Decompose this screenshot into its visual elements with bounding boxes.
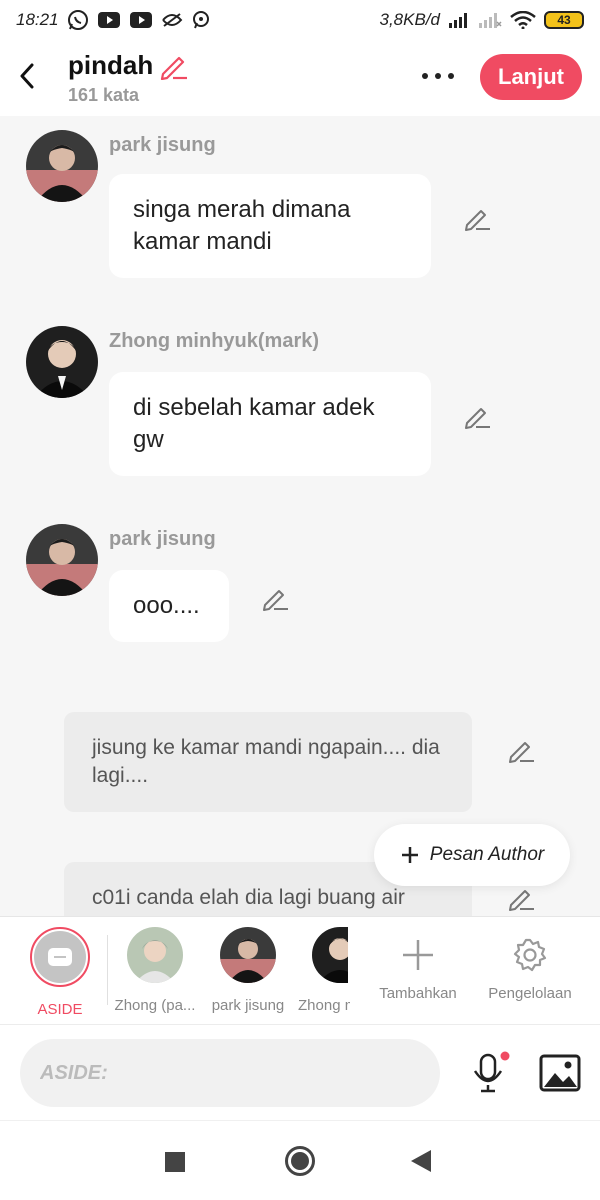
character-item[interactable]: Zhong (pa... [112, 927, 198, 1014]
avatar[interactable] [26, 130, 98, 202]
avatar[interactable] [26, 326, 98, 398]
message-bubble[interactable]: di sebelah kamar adek gw [109, 372, 431, 476]
add-character-button[interactable]: Tambahkan [372, 927, 464, 1002]
word-count: 161 kata [68, 85, 140, 105]
pencil-icon [263, 590, 288, 611]
image-icon [539, 1054, 581, 1092]
page-title: pindah [68, 50, 154, 80]
eye-off-icon [161, 12, 183, 28]
circle-icon [285, 1146, 315, 1176]
manage-label: Pengelolaan [488, 985, 572, 1002]
dot-icon [448, 73, 454, 79]
character-label: park jisung [211, 997, 285, 1014]
image-button[interactable] [538, 1053, 582, 1093]
home-button[interactable] [284, 1145, 316, 1182]
youtube-icon [97, 11, 121, 29]
signal-icon [448, 12, 470, 28]
character-avatar [127, 927, 183, 983]
notification-dot [500, 1051, 510, 1061]
square-icon [165, 1152, 185, 1172]
whatsapp-icon [67, 9, 89, 31]
message-bubble[interactable]: ooo.... [109, 570, 229, 642]
input-bar [0, 1024, 600, 1120]
add-character-label: Tambahkan [379, 985, 457, 1002]
message-input[interactable] [20, 1039, 440, 1107]
plus-icon [401, 847, 418, 863]
character-label: ASIDE [37, 1001, 83, 1018]
character-avatar [220, 927, 276, 983]
author-message-button[interactable]: Pesan Author [374, 824, 570, 886]
avatar-image [26, 130, 98, 202]
sender-name: park jisung [109, 134, 216, 156]
divider [107, 935, 108, 1005]
recent-apps-button[interactable] [164, 1151, 186, 1178]
character-item[interactable]: Zhong m [298, 927, 350, 1014]
triangle-back-icon [411, 1150, 431, 1172]
sender-name: Zhong minhyuk(mark) [109, 330, 320, 352]
character-bar: ASIDE Zhong (pa... park jisung Zhong m T… [0, 916, 600, 1024]
pencil-icon [509, 890, 534, 911]
more-options-button[interactable] [418, 70, 458, 82]
edit-message-button[interactable] [464, 402, 492, 430]
chat-bubble-icon [48, 948, 72, 966]
dot-icon [435, 73, 441, 79]
pencil-icon [465, 408, 490, 429]
app-header: pindah 161 kata Lanjut [0, 40, 600, 116]
edit-narration-button[interactable] [508, 884, 536, 912]
aside-avatar [30, 927, 90, 987]
avatar-image [26, 524, 98, 596]
microphone-icon [473, 1051, 510, 1093]
youtube-icon-2 [129, 11, 153, 29]
avatar[interactable] [26, 524, 98, 596]
edit-message-button[interactable] [464, 204, 492, 232]
message-bubble[interactable]: singa merah dimana kamar mandi [109, 174, 431, 278]
back-button[interactable] [12, 58, 42, 94]
character-item[interactable]: park jisung [210, 927, 286, 1014]
chevron-left-icon [20, 63, 34, 89]
chat-area: park jisung singa merah dimana kamar man… [0, 116, 600, 916]
character-aside[interactable]: ASIDE [26, 927, 94, 1018]
status-time: 18:21 [16, 10, 59, 29]
sender-name: park jisung [109, 528, 216, 550]
edit-title-icon[interactable] [159, 52, 189, 80]
signal-off-icon [478, 12, 502, 28]
manage-button[interactable]: Pengelolaan [484, 927, 576, 1002]
edit-narration-button[interactable] [508, 736, 536, 764]
chat-icon [191, 10, 211, 30]
edit-message-button[interactable] [262, 584, 290, 612]
character-avatar [312, 927, 348, 983]
plus-icon [403, 940, 433, 970]
narration-bubble[interactable]: jisung ke kamar mandi ngapain.... dia la… [64, 712, 472, 812]
character-label: Zhong (pa... [114, 997, 196, 1014]
back-nav-button[interactable] [410, 1149, 432, 1178]
battery-indicator: 43 [544, 11, 584, 29]
title-block: pindah 161 kata [68, 50, 189, 106]
author-message-label: Pesan Author [429, 844, 545, 865]
voice-button[interactable] [470, 1051, 510, 1095]
dot-icon [422, 73, 428, 79]
character-label: Zhong m [298, 997, 350, 1014]
gear-icon [513, 938, 547, 972]
system-nav-bar [0, 1120, 600, 1200]
status-bar: 18:21 3,8KB/d 43 [0, 0, 600, 40]
network-speed: 3,8KB/d [379, 10, 441, 29]
next-button[interactable]: Lanjut [480, 54, 582, 100]
avatar-image [26, 326, 98, 398]
pencil-icon [465, 210, 490, 231]
pencil-icon [509, 742, 534, 763]
wifi-icon [510, 11, 536, 29]
